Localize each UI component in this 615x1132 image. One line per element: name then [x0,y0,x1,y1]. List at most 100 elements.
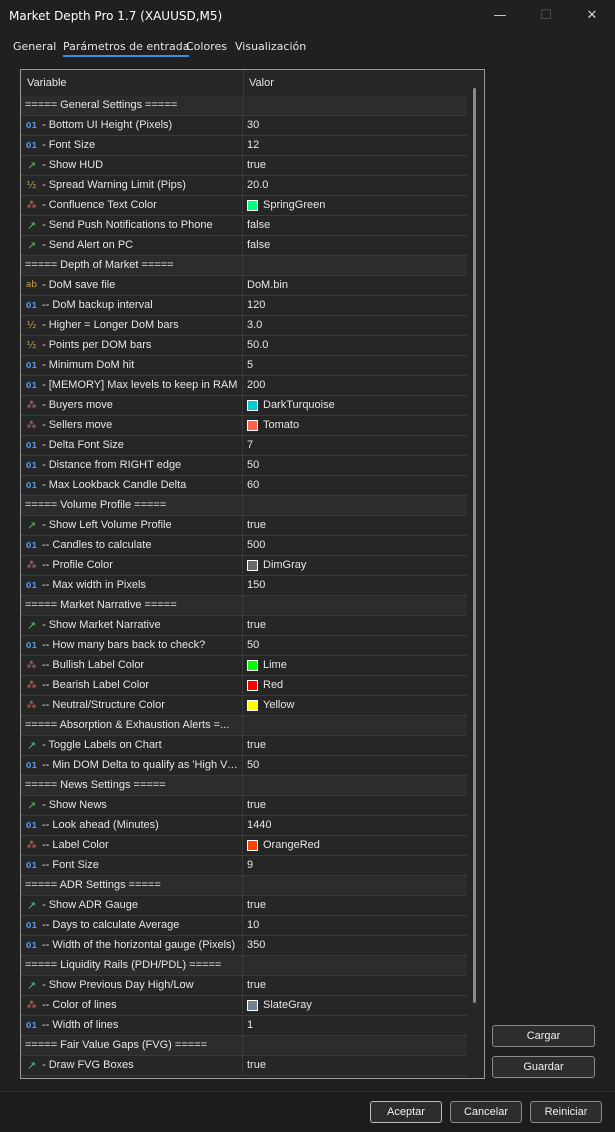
parameter-value[interactable]: DoM.bin [247,279,288,291]
column-divider[interactable] [243,70,244,96]
parameter-row[interactable]: 01 -- Width of the horizontal gauge (Pix… [21,936,467,956]
parameter-value[interactable]: true [247,1059,266,1071]
parameter-value[interactable]: Lime [263,659,287,671]
column-header-value[interactable]: Valor [249,77,274,89]
parameter-row[interactable]: ⁂ -- Color of lines SlateGray [21,996,467,1016]
section-row[interactable]: ===== Absorption & Exhaustion Alerts =..… [21,716,467,736]
parameter-value[interactable]: true [247,739,266,751]
parameter-row[interactable]: ⁂ - Confluence Text Color SpringGreen [21,196,467,216]
section-row[interactable]: ===== Market Narrative ===== [21,596,467,616]
section-row[interactable]: ===== Fair Value Gaps (FVG) ===== [21,1036,467,1056]
parameter-value[interactable]: DarkTurquoise [263,399,335,411]
parameter-value[interactable]: OrangeRed [263,839,320,851]
close-button[interactable]: ✕ [569,0,615,32]
tab-general[interactable]: General [13,40,56,53]
parameter-value[interactable]: SlateGray [263,999,312,1011]
vertical-scrollbar[interactable] [468,70,483,1078]
color-swatch[interactable] [247,680,258,691]
parameter-value[interactable]: Tomato [263,419,299,431]
parameter-value[interactable]: Yellow [263,699,294,711]
parameter-row[interactable]: ⁂ - Sellers move Tomato [21,416,467,436]
parameter-value[interactable]: DimGray [263,559,306,571]
parameter-row[interactable]: ↗ - Show News true [21,796,467,816]
parameter-value[interactable]: Red [263,679,283,691]
parameter-row[interactable]: 01 - Font Size 12 [21,136,467,156]
scrollbar-thumb[interactable] [473,88,476,1003]
parameter-value[interactable]: 3.0 [247,319,262,331]
parameter-value[interactable]: true [247,619,266,631]
parameter-row[interactable]: ⁂ - Buyers move DarkTurquoise [21,396,467,416]
parameter-value[interactable]: 10 [247,919,259,931]
color-swatch[interactable] [247,1000,258,1011]
section-row[interactable]: ===== Liquidity Rails (PDH/PDL) ===== [21,956,467,976]
parameter-value[interactable]: true [247,979,266,991]
parameter-value[interactable]: 50 [247,459,259,471]
parameter-value[interactable]: 500 [247,539,265,551]
parameter-value[interactable]: 9 [247,859,253,871]
parameter-row[interactable]: 01 - Minimum DoM hit 5 [21,356,467,376]
parameter-value[interactable]: SpringGreen [263,199,325,211]
color-swatch[interactable] [247,560,258,571]
parameter-row[interactable]: 01 - Bottom UI Height (Pixels) 30 [21,116,467,136]
parameter-value[interactable]: 20.0 [247,179,268,191]
parameter-row[interactable]: ↗ - Show HUD true [21,156,467,176]
parameter-value[interactable]: 150 [247,579,265,591]
parameter-value[interactable]: true [247,159,266,171]
parameter-row[interactable]: ½ - Spread Warning Limit (Pips) 20.0 [21,176,467,196]
parameter-row[interactable]: 01 - Delta Font Size 7 [21,436,467,456]
parameter-row[interactable]: 01 -- Font Size 9 [21,856,467,876]
section-row[interactable]: ===== General Settings ===== [21,96,467,116]
parameter-row[interactable]: ↗ - Show Market Narrative true [21,616,467,636]
tab-visualization[interactable]: Visualización [235,40,306,53]
parameter-row[interactable]: 01 -- Days to calculate Average 10 [21,916,467,936]
parameter-value[interactable]: true [247,519,266,531]
parameter-value[interactable]: 7 [247,439,253,451]
parameter-row[interactable]: ⁂ -- Label Color OrangeRed [21,836,467,856]
parameter-value[interactable]: false [247,219,270,231]
parameter-value[interactable]: 60 [247,479,259,491]
parameter-value[interactable]: 350 [247,939,265,951]
parameter-row[interactable]: ↗ - Show ADR Gauge true [21,896,467,916]
parameter-row[interactable]: 01 - [MEMORY] Max levels to keep in RAM 2… [21,376,467,396]
parameter-row[interactable]: ½ - Points per DOM bars 50.0 [21,336,467,356]
parameter-row[interactable]: 01 -- Candles to calculate 500 [21,536,467,556]
color-swatch[interactable] [247,660,258,671]
save-button[interactable]: Guardar [492,1056,595,1078]
parameter-row[interactable]: ⁂ -- Bearish Label Color Red [21,676,467,696]
color-swatch[interactable] [247,700,258,711]
parameter-row[interactable]: 01 - Distance from RIGHT edge 50 [21,456,467,476]
parameter-value[interactable]: 200 [247,379,265,391]
parameter-row[interactable]: 01 -- Look ahead (Minutes) 1440 [21,816,467,836]
parameter-row[interactable]: 01 -- Min DOM Delta to qualify as 'High … [21,756,467,776]
minimize-button[interactable]: — [477,0,523,32]
accept-button[interactable]: Aceptar [370,1101,442,1123]
tab-input-parameters[interactable]: Parámetros de entrada [63,40,190,57]
parameter-row[interactable]: ⁂ -- Neutral/Structure Color Yellow [21,696,467,716]
parameter-row[interactable]: ⁂ -- Bullish Label Color Lime [21,656,467,676]
parameter-value[interactable]: 12 [247,139,259,151]
parameter-row[interactable]: ab - DoM save file DoM.bin [21,276,467,296]
parameter-row[interactable]: ½ - Higher = Longer DoM bars 3.0 [21,316,467,336]
parameter-value[interactable]: 1 [247,1019,253,1031]
parameter-row[interactable]: ↗ - Send Alert on PC false [21,236,467,256]
cancel-button[interactable]: Cancelar [450,1101,522,1123]
column-header-variable[interactable]: Variable [27,77,67,89]
color-swatch[interactable] [247,400,258,411]
color-swatch[interactable] [247,840,258,851]
parameter-value[interactable]: 50 [247,759,259,771]
section-row[interactable]: ===== News Settings ===== [21,776,467,796]
parameter-value[interactable]: false [247,239,270,251]
parameter-value[interactable]: true [247,899,266,911]
parameter-value[interactable]: 5 [247,359,253,371]
parameter-row[interactable]: ↗ - Send Push Notifications to Phone fals… [21,216,467,236]
color-swatch[interactable] [247,200,258,211]
parameter-value[interactable]: 1440 [247,819,271,831]
parameter-row[interactable]: ↗ - Draw FVG Boxes true [21,1056,467,1076]
reset-button[interactable]: Reiniciar [530,1101,602,1123]
parameter-value[interactable]: 50 [247,639,259,651]
parameter-value[interactable]: 50.0 [247,339,268,351]
parameter-row[interactable]: 01 -- DoM backup interval 120 [21,296,467,316]
section-row[interactable]: ===== ADR Settings ===== [21,876,467,896]
parameter-row[interactable]: ↗ - Show Left Volume Profile true [21,516,467,536]
parameter-row[interactable]: ↗ - Toggle Labels on Chart true [21,736,467,756]
